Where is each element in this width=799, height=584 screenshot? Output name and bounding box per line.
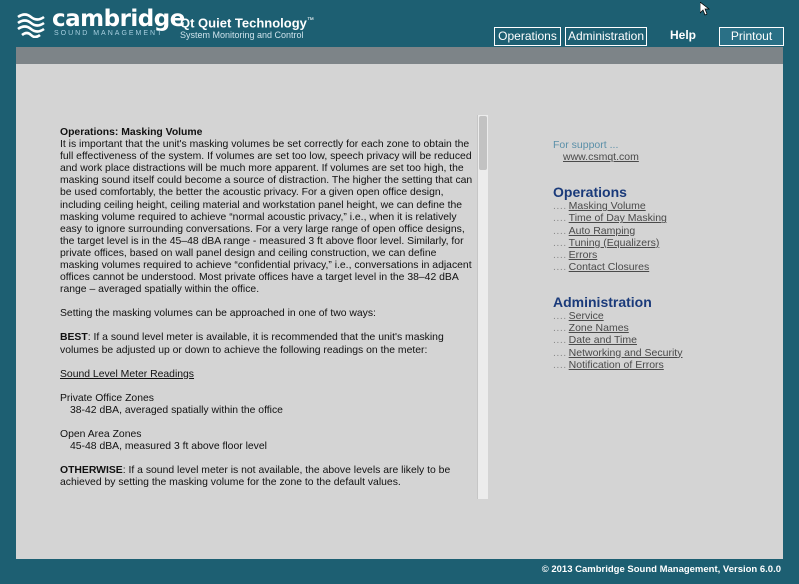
sound-wave-logo-icon: [17, 13, 45, 38]
help-link-notification-of-errors[interactable]: .... Notification of Errors: [553, 359, 753, 371]
administration-links: .... Service .... Zone Names .... Date and …: [553, 310, 753, 371]
private-office-heading: Private Office Zones: [60, 392, 154, 404]
open-area-block: Open Area Zones 45-48 dBA, measured 3 ft…: [60, 429, 474, 453]
help-link-time-of-day-masking[interactable]: .... Time of Day Masking: [553, 212, 753, 224]
printout-button[interactable]: Printout: [719, 27, 784, 46]
help-index: For support ... www.csmqt.com Operations…: [553, 139, 753, 371]
tab-administration[interactable]: Administration: [565, 27, 647, 46]
article-paragraph-best: BEST: If a sound level meter is availabl…: [60, 332, 474, 356]
mouse-cursor-icon: [700, 2, 710, 16]
article-scrollbar[interactable]: [477, 115, 488, 499]
private-office-block: Private Office Zones 38-42 dBA, averaged…: [60, 393, 474, 417]
help-link-contact-closures[interactable]: .... Contact Closures: [553, 261, 753, 273]
help-link-masking-volume[interactable]: .... Masking Volume: [553, 200, 753, 212]
otherwise-label: OTHERWISE: [60, 465, 123, 477]
help-link-networking-and-security[interactable]: .... Networking and Security: [553, 347, 753, 359]
open-area-value: 45-48 dBA, measured 3 ft above floor lev…: [70, 440, 267, 452]
help-link-errors[interactable]: .... Errors: [553, 249, 753, 261]
operations-links: .... Masking Volume .... Time of Day Maski…: [553, 200, 753, 274]
tab-operations[interactable]: Operations: [494, 27, 561, 46]
help-link-service[interactable]: .... Service: [553, 310, 753, 322]
tagline-title: Qt Quiet Technology™: [180, 15, 314, 31]
tagline-trademark: ™: [306, 17, 314, 24]
support-label: For support ...: [553, 139, 619, 151]
footer-copyright: © 2013 Cambridge Sound Management, Versi…: [541, 564, 781, 575]
product-tagline: Qt Quiet Technology™ System Monitoring a…: [180, 14, 314, 41]
tagline-subtitle: System Monitoring and Control: [180, 30, 304, 41]
best-label: BEST: [60, 332, 88, 344]
administration-section-title: Administration: [553, 293, 652, 310]
support-link[interactable]: www.csmqt.com: [563, 151, 753, 164]
article-scrollbar-thumb[interactable]: [479, 116, 487, 170]
readings-heading: Sound Level Meter Readings: [60, 368, 195, 380]
brand-logo[interactable]: cambridge SOUND MANAGEMENT: [16, 8, 185, 38]
open-area-heading: Open Area Zones: [60, 428, 142, 440]
brand-word: cambridge: [52, 6, 185, 32]
help-article-panel[interactable]: Operations: Masking Volume It is importa…: [54, 113, 488, 499]
brand-sub: SOUND MANAGEMENT: [54, 30, 164, 37]
toolbar-strip: [16, 47, 783, 64]
article-paragraph-approach: Setting the masking volumes can be appro…: [60, 308, 376, 320]
operations-section-title: Operations: [553, 184, 627, 200]
help-link-date-and-time[interactable]: .... Date and Time: [553, 334, 753, 346]
help-article: Operations: Masking Volume It is importa…: [60, 127, 474, 499]
article-paragraph-otherwise: OTHERWISE: If a sound level meter is not…: [60, 465, 474, 489]
private-office-value: 38-42 dBA, averaged spatially within the…: [70, 404, 283, 416]
article-paragraph-intro: It is important that the unit's masking …: [60, 139, 473, 296]
tab-help[interactable]: Help: [651, 27, 715, 46]
help-link-auto-ramping[interactable]: .... Auto Ramping: [553, 225, 753, 237]
help-link-zone-names[interactable]: .... Zone Names: [553, 322, 753, 334]
article-title: Operations: Masking Volume: [60, 127, 203, 138]
best-text: : If a sound level meter is available, i…: [60, 332, 444, 356]
help-link-tuning[interactable]: .... Tuning (Equalizers): [553, 237, 753, 249]
